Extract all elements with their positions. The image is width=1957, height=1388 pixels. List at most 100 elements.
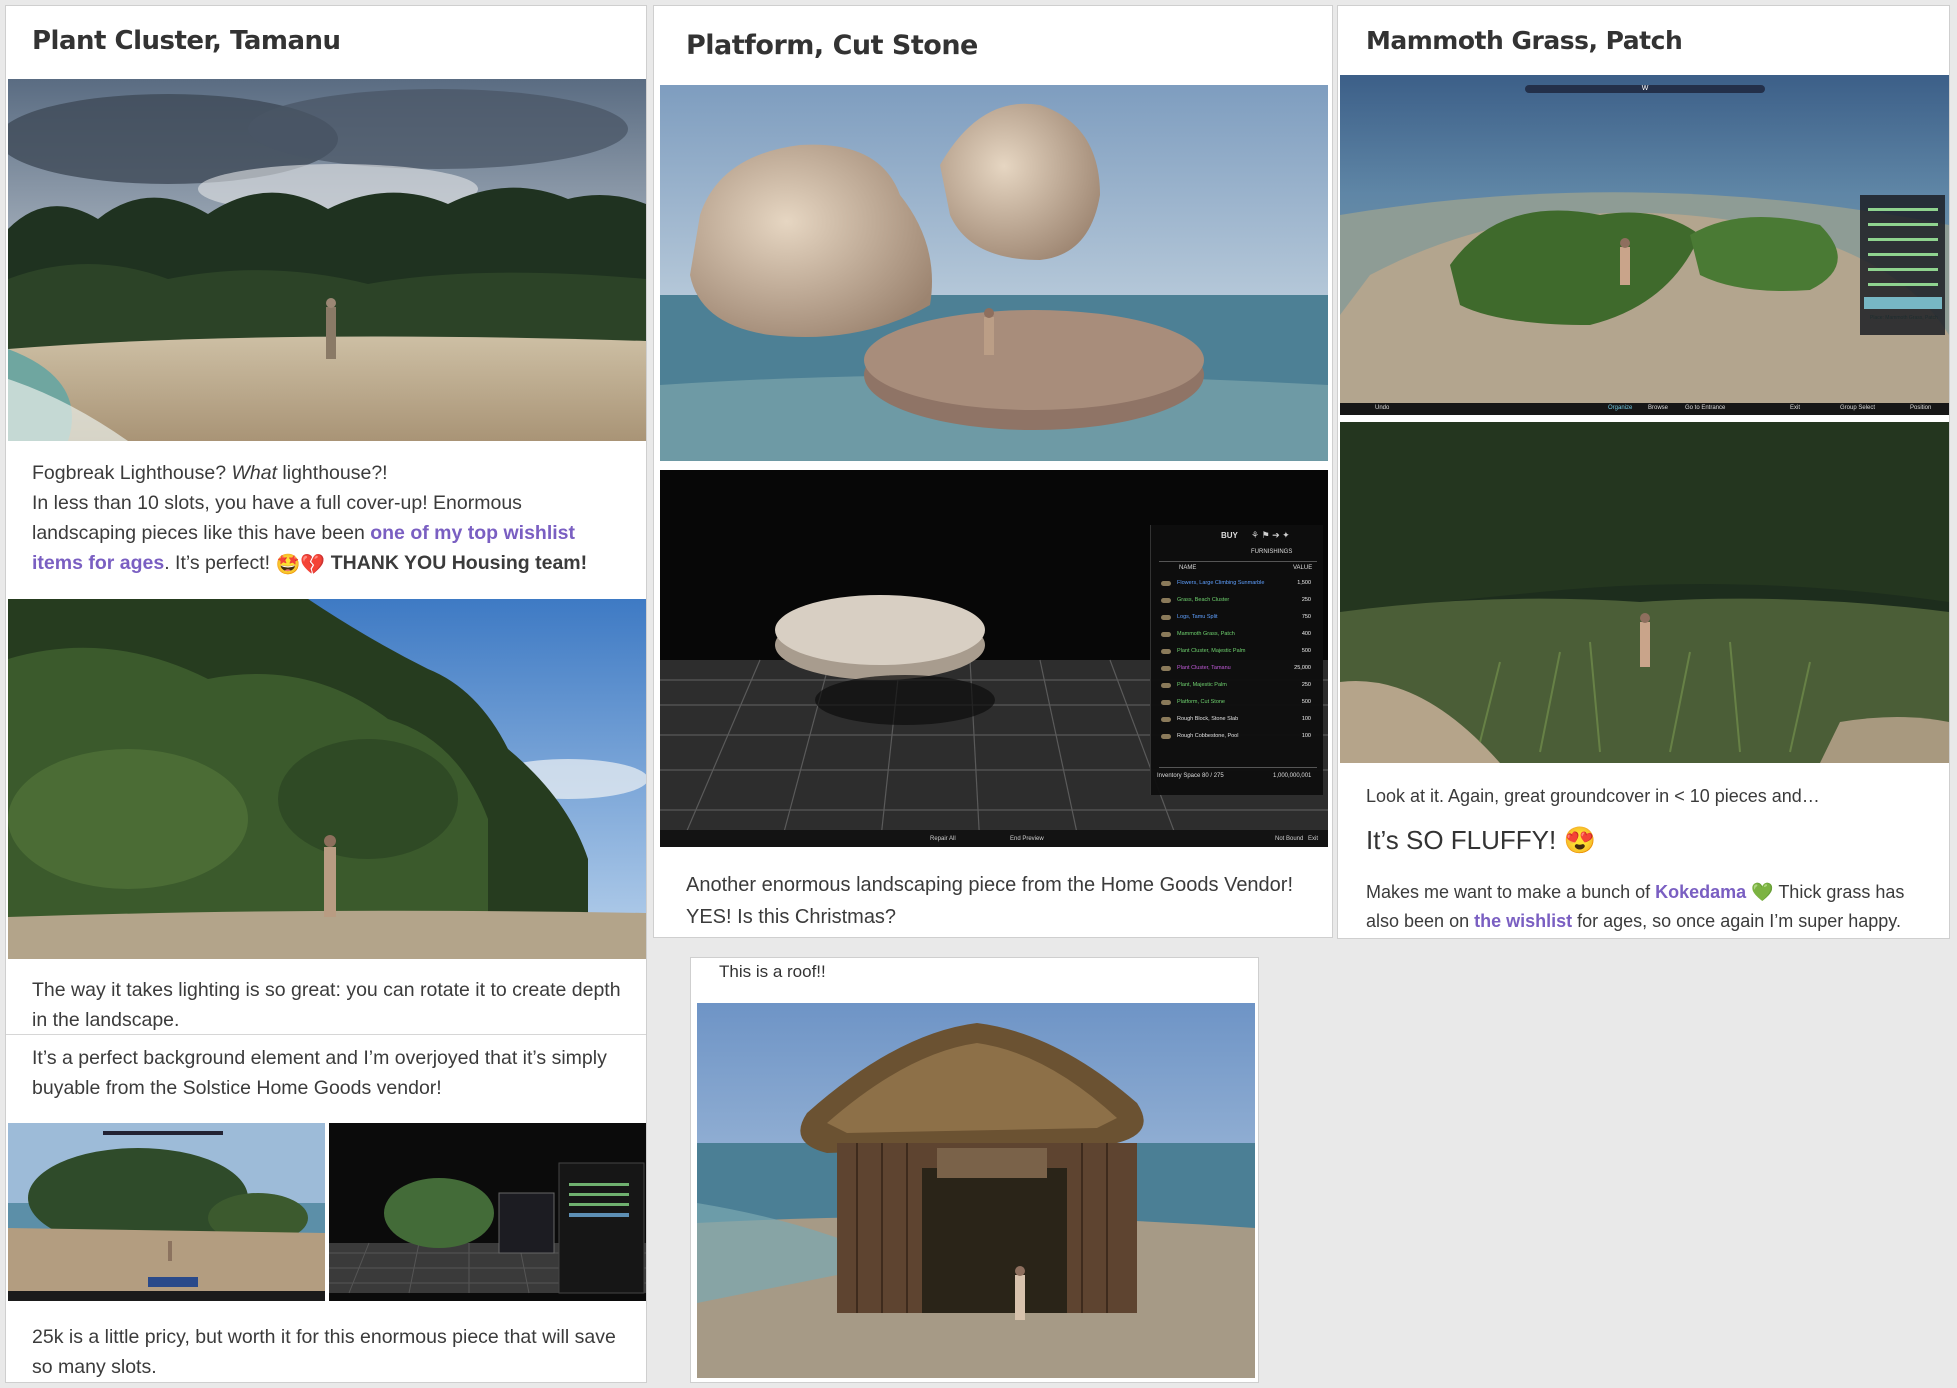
store-item-row[interactable]: Plant Cluster, Tamanu 25,000	[1157, 662, 1319, 679]
post-card-platform-cut-stone: Platform, Cut Stone BUY ⚘ ⚑ ➔ ✦ FURNISHI…	[653, 5, 1333, 938]
store-item-row[interactable]: Logs, Tamu Split 750	[1157, 611, 1319, 628]
text-span: . It’s perfect!	[164, 552, 276, 574]
store-item-row[interactable]: Plant Cluster, Majestic Palm 500	[1157, 645, 1319, 662]
compass-heading: W	[1641, 85, 1649, 92]
card-title: Platform, Cut Stone	[686, 30, 978, 61]
placement-list-label: Place: Mammoth Grass, Patch	[1870, 315, 1938, 321]
end-preview-button[interactable]: End Preview	[1010, 836, 1044, 842]
store-item-row[interactable]: Platform, Cut Stone 500	[1157, 696, 1319, 713]
store-tab-icons[interactable]: ⚘ ⚑ ➔ ✦	[1251, 530, 1321, 541]
store-column-value[interactable]: VALUE	[1293, 565, 1312, 571]
store-item-value: 500	[1301, 699, 1311, 705]
store-item-value: 250	[1301, 597, 1311, 603]
store-item-icon	[1161, 683, 1171, 688]
post-paragraph-price: 25k is a little pricy, but worth it for …	[32, 1326, 616, 1378]
post-card-mammoth-grass: Mammoth Grass, Patch W Place: Mammoth Gr…	[1337, 5, 1950, 939]
text-span: for ages, so once again I’m super happy.	[1572, 911, 1901, 931]
screenshot-store-preview-platform: BUY ⚘ ⚑ ➔ ✦ FURNISHINGS NAME VALUE Flowe…	[660, 470, 1328, 847]
emphasis-text: What	[231, 462, 277, 484]
housing-hud-bar: Undo Organize Browse Go to Entrance Exit…	[1340, 404, 1949, 415]
group-select-button[interactable]: Group Select	[1840, 405, 1875, 411]
store-item-name: Logs, Tamu Split	[1177, 614, 1218, 620]
browse-button[interactable]: Browse	[1648, 405, 1668, 411]
store-item-name: Flowers, Large Climbing Sunmarble	[1177, 580, 1265, 586]
repair-all-button[interactable]: Repair All	[930, 836, 956, 842]
store-item-icon	[1161, 598, 1171, 603]
screenshot-cut-stone-rocks	[660, 85, 1328, 461]
store-item-icon	[1161, 734, 1171, 739]
card-title: Plant Cluster, Tamanu	[32, 26, 341, 56]
post-paragraph-intro: Fogbreak Lighthouse? What lighthouse?! I…	[32, 458, 622, 580]
store-item-icon	[1161, 581, 1171, 586]
screenshot-hut-roof	[697, 1003, 1255, 1378]
store-item-name: Mammoth Grass, Patch	[1177, 631, 1235, 637]
post-paragraph-background: It’s a perfect background element and I’…	[32, 1047, 607, 1099]
exit-button[interactable]: Exit	[1790, 405, 1800, 411]
card-title: Mammoth Grass, Patch	[1366, 26, 1683, 55]
store-item-value: 100	[1301, 733, 1311, 739]
store-item-value: 25,000	[1294, 665, 1311, 671]
store-item-icon	[1161, 632, 1171, 637]
store-item-name: Grass, Beach Cluster	[1177, 597, 1230, 603]
store-item-icon	[1161, 666, 1171, 671]
store-item-row[interactable]: Flowers, Large Climbing Sunmarble 1,500	[1157, 577, 1319, 594]
compass-bar: W	[1600, 85, 1690, 92]
store-buy-label: BUY	[1221, 531, 1238, 540]
store-item-icon	[1161, 717, 1171, 722]
store-item-icon	[1161, 700, 1171, 705]
store-tab-furnishings[interactable]: FURNISHINGS	[1251, 549, 1292, 555]
kokedama-link[interactable]: Kokedama	[1655, 882, 1746, 902]
divider	[6, 1034, 646, 1035]
store-item-name: Plant Cluster, Tamanu	[1177, 665, 1231, 671]
store-item-value: 100	[1301, 716, 1311, 722]
store-item-value: 250	[1301, 682, 1311, 688]
star-eyes-broken-heart-emoji: 🤩💔	[275, 554, 326, 576]
post-paragraph-groundcover: Look at it. Again, great groundcover in …	[1366, 786, 1820, 806]
not-bound-key: Not Bound	[1275, 836, 1304, 842]
store-item-row[interactable]: Grass, Beach Cluster 250	[1157, 594, 1319, 611]
fluffy-text: It’s SO FLUFFY!	[1366, 825, 1564, 855]
store-column-name[interactable]: NAME	[1179, 565, 1196, 571]
store-item-name: Plant, Majestic Palm	[1177, 682, 1227, 688]
post-card-plant-cluster: Plant Cluster, Tamanu Fogbreak Lighthous…	[5, 5, 647, 1383]
undo-button[interactable]: Undo	[1375, 405, 1389, 411]
post-paragraph-platform: Another enormous landscaping piece from …	[686, 874, 1294, 928]
thank-you-text: THANK YOU Housing team!	[325, 552, 588, 574]
store-item-row[interactable]: Rough Cobbestone, Pool 100	[1157, 730, 1319, 747]
screenshot-mammoth-grass-closeup	[1340, 422, 1949, 763]
post-paragraph-lighting: The way it takes lighting is so great: y…	[32, 979, 621, 1031]
text-span: Makes me want to make a bunch of	[1366, 882, 1656, 902]
text-span: Fogbreak Lighthouse?	[32, 462, 232, 484]
store-gold-amount: 1,000,000,001	[1273, 773, 1312, 779]
store-item-value: 1,500	[1297, 580, 1311, 586]
store-item-row[interactable]: Mammoth Grass, Patch 400	[1157, 628, 1319, 645]
roof-caption: This is a roof!!	[719, 962, 826, 981]
heart-eyes-emoji: 😍	[1563, 825, 1596, 855]
store-item-name: Rough Cobbestone, Pool	[1177, 733, 1239, 739]
store-item-value: 400	[1301, 631, 1311, 637]
screenshot-beach-forest	[8, 79, 646, 441]
screenshot-mammoth-grass-placement: W Place: Mammoth Grass, Patch Undo Organ…	[1340, 75, 1949, 415]
position-button[interactable]: Position	[1910, 405, 1931, 411]
store-item-name: Rough Block, Stone Slab	[1177, 716, 1239, 722]
store-item-list: Flowers, Large Climbing Sunmarble 1,500 Gr…	[1157, 577, 1319, 747]
store-item-row[interactable]: Plant, Majestic Palm 250	[1157, 679, 1319, 696]
post-card-roof: This is a roof!!	[690, 957, 1259, 1383]
green-heart-emoji: 💚	[1751, 882, 1774, 902]
store-item-row[interactable]: Rough Block, Stone Slab 100	[1157, 713, 1319, 730]
store-item-name: Platform, Cut Stone	[1177, 699, 1225, 705]
screenshot-store-preview-tamanu	[329, 1123, 646, 1301]
exit-button[interactable]: Exit	[1308, 836, 1318, 842]
organize-button[interactable]: Organize	[1608, 405, 1632, 411]
store-item-icon	[1161, 649, 1171, 654]
go-to-entrance-button[interactable]: Go to Entrance	[1685, 405, 1725, 411]
screenshot-housing-placement	[8, 1123, 325, 1301]
wishlist-link[interactable]: the wishlist	[1474, 911, 1572, 931]
store-item-value: 750	[1301, 614, 1311, 620]
screenshot-forest-lighting	[8, 599, 646, 959]
store-item-value: 500	[1301, 648, 1311, 654]
store-panel: BUY ⚘ ⚑ ➔ ✦ FURNISHINGS NAME VALUE Flowe…	[1150, 525, 1323, 795]
store-inventory-space: Inventory Space 80 / 275	[1157, 773, 1224, 779]
text-span: lighthouse?!	[277, 462, 388, 484]
fluffy-heading: It’s SO FLUFFY! 😍	[1366, 825, 1596, 856]
